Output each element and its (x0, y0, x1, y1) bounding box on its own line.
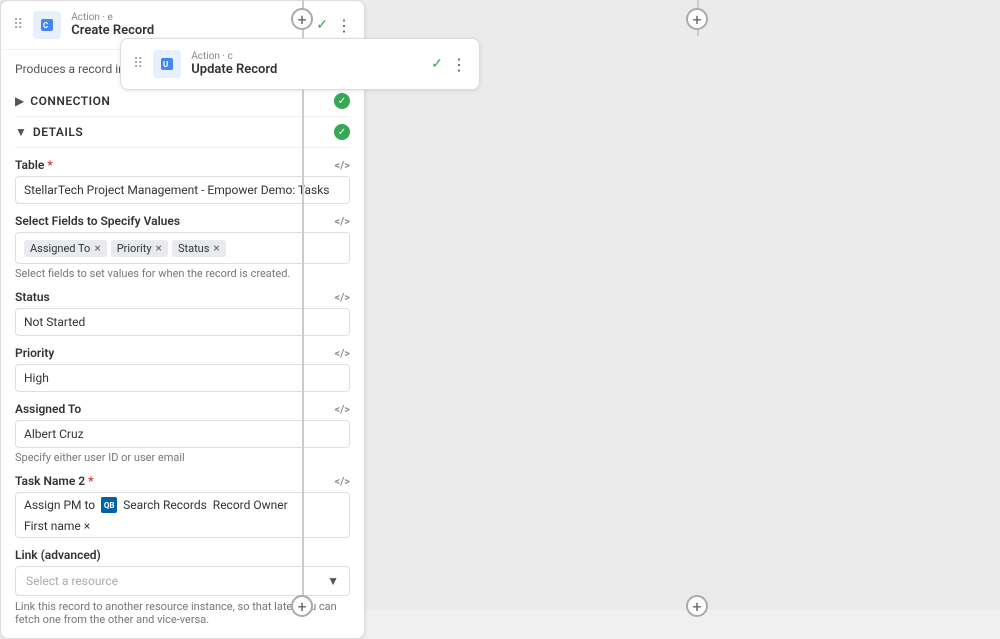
update-record-icon: U (153, 50, 181, 78)
drag-handle-right[interactable]: ⠿ (13, 17, 23, 33)
task-name-qb-tag: QB (101, 497, 117, 513)
left-vline-bottom (302, 90, 304, 610)
task-name-code-icon[interactable]: </> (335, 475, 351, 488)
create-record-icon: C (33, 11, 61, 39)
assigned-label: Assigned To (15, 402, 81, 416)
pill-first-name-remove[interactable]: × (84, 519, 90, 533)
assigned-value[interactable]: Albert Cruz (15, 420, 350, 448)
assigned-code-icon[interactable]: </> (335, 403, 351, 416)
details-section[interactable]: ▼ DETAILS ✓ (15, 117, 350, 148)
update-record-subtitle: Action · c (191, 51, 421, 62)
assigned-hint: Specify either user ID or user email (15, 451, 350, 464)
tag-priority-remove[interactable]: × (156, 242, 162, 254)
details-chevron-down: ▼ (15, 125, 27, 139)
link-chevron-down: ▼ (327, 574, 339, 588)
tag-assigned-to-remove[interactable]: × (94, 242, 100, 254)
tag-priority: Priority × (111, 240, 168, 257)
table-label-row: Table * </> (15, 158, 350, 172)
create-record-subtitle: Action · e (71, 12, 306, 23)
link-placeholder: Select a resource (26, 574, 118, 588)
fields-tags-input[interactable]: Assigned To × Priority × Status × (15, 232, 350, 264)
update-record-more[interactable]: ⋮ (451, 55, 467, 74)
assigned-to-field: Assigned To </> Albert Cruz Specify eith… (15, 402, 350, 464)
details-label: DETAILS (33, 125, 334, 139)
update-record-card: ⠿ U Action · c Update Record ✓ ⋮ (120, 38, 480, 90)
task-name-label-row: Task Name 2 * </> (15, 474, 350, 488)
table-code-icon[interactable]: </> (335, 159, 351, 172)
status-label-row: Status </> (15, 290, 350, 304)
status-value[interactable]: Not Started (15, 308, 350, 336)
status-code-icon[interactable]: </> (335, 291, 351, 304)
create-record-actions: ✓ ⋮ (316, 16, 352, 35)
add-node-top-right[interactable]: + (686, 8, 708, 30)
drag-handle-left[interactable]: ⠿ (133, 56, 143, 72)
task-name-pill-search: Search Records (123, 498, 207, 512)
add-node-bottom-left[interactable]: + (291, 595, 313, 617)
table-label-text: Table (15, 158, 44, 172)
connection-label: CONNECTION (30, 94, 334, 108)
update-record-title: Update Record (191, 62, 421, 77)
assigned-label-row: Assigned To </> (15, 402, 350, 416)
svg-text:U: U (163, 60, 168, 69)
tag-status: Status × (172, 240, 226, 257)
create-record-info: Action · e Create Record (71, 12, 306, 38)
connection-check: ✓ (334, 93, 350, 109)
fields-label-row: Select Fields to Specify Values </> (15, 214, 350, 228)
details-check: ✓ (334, 124, 350, 140)
fields-hint: Select fields to set values for when the… (15, 267, 350, 280)
pill-search-records: Search Records (123, 498, 207, 512)
update-record-info: Action · c Update Record (191, 51, 421, 77)
create-record-title: Create Record (71, 23, 306, 38)
plus-icon-br: + (692, 597, 701, 616)
task-name-prefix: Assign PM to (24, 498, 95, 512)
task-name-label: Task Name 2 * (15, 474, 94, 488)
tag-priority-label: Priority (117, 242, 152, 255)
create-record-more[interactable]: ⋮ (336, 16, 352, 35)
plus-icon-bl: + (297, 597, 306, 616)
create-record-body: Produces a record in a Quickbase table b… (1, 50, 364, 638)
tag-assigned-to-label: Assigned To (30, 242, 90, 255)
plus-icon: + (297, 10, 306, 29)
link-select[interactable]: Select a resource ▼ (15, 566, 350, 596)
table-value[interactable]: StellarTech Project Management - Empower… (15, 176, 350, 204)
table-label: Table * (15, 158, 53, 172)
svg-text:C: C (43, 21, 48, 30)
tag-status-label: Status (178, 242, 209, 255)
create-record-check: ✓ (316, 17, 328, 33)
connection-section[interactable]: ▶ CONNECTION ✓ (15, 86, 350, 117)
task-name-required: * (88, 474, 93, 488)
plus-icon-right: + (692, 10, 701, 29)
pill-record-owner: Record Owner (213, 498, 288, 512)
task-name-input[interactable]: Assign PM to QB Search Records Record Ow… (15, 492, 350, 538)
task-name-field: Task Name 2 * </> Assign PM to QB Search… (15, 474, 350, 538)
create-record-card: ⠿ C Action · e Create Record ✓ ⋮ Produce… (0, 0, 365, 639)
tag-assigned-to: Assigned To × (24, 240, 107, 257)
fields-code-icon[interactable]: </> (335, 215, 351, 228)
quickbase-logo: QB (101, 497, 117, 513)
status-label: Status (15, 290, 50, 304)
update-record-actions: ✓ ⋮ (431, 55, 467, 74)
tag-status-remove[interactable]: × (213, 242, 219, 254)
priority-label: Priority (15, 346, 54, 360)
add-node-top-left[interactable]: + (291, 8, 313, 30)
task-name-pill-firstname: First name × (24, 519, 90, 533)
table-required: * (47, 158, 52, 172)
connection-chevron-right: ▶ (15, 94, 24, 108)
priority-field: Priority </> High (15, 346, 350, 392)
table-field: Table * </> StellarTech Project Manageme… (15, 158, 350, 204)
pill-first-name: First name (24, 519, 81, 533)
task-name-label-text: Task Name 2 (15, 474, 85, 488)
link-label: Link (advanced) (15, 548, 350, 562)
priority-value[interactable]: High (15, 364, 350, 392)
fields-label: Select Fields to Specify Values (15, 214, 180, 228)
priority-code-icon[interactable]: </> (335, 347, 351, 360)
status-field: Status </> Not Started (15, 290, 350, 336)
priority-label-row: Priority </> (15, 346, 350, 360)
canvas: + + + + ⠿ U Action · c Update Record ✓ ⋮ (0, 0, 1000, 610)
add-node-bottom-right[interactable]: + (686, 595, 708, 617)
select-fields-section: Select Fields to Specify Values </> Assi… (15, 214, 350, 280)
task-name-pill-owner: Record Owner (213, 498, 288, 512)
update-record-check: ✓ (431, 56, 443, 72)
